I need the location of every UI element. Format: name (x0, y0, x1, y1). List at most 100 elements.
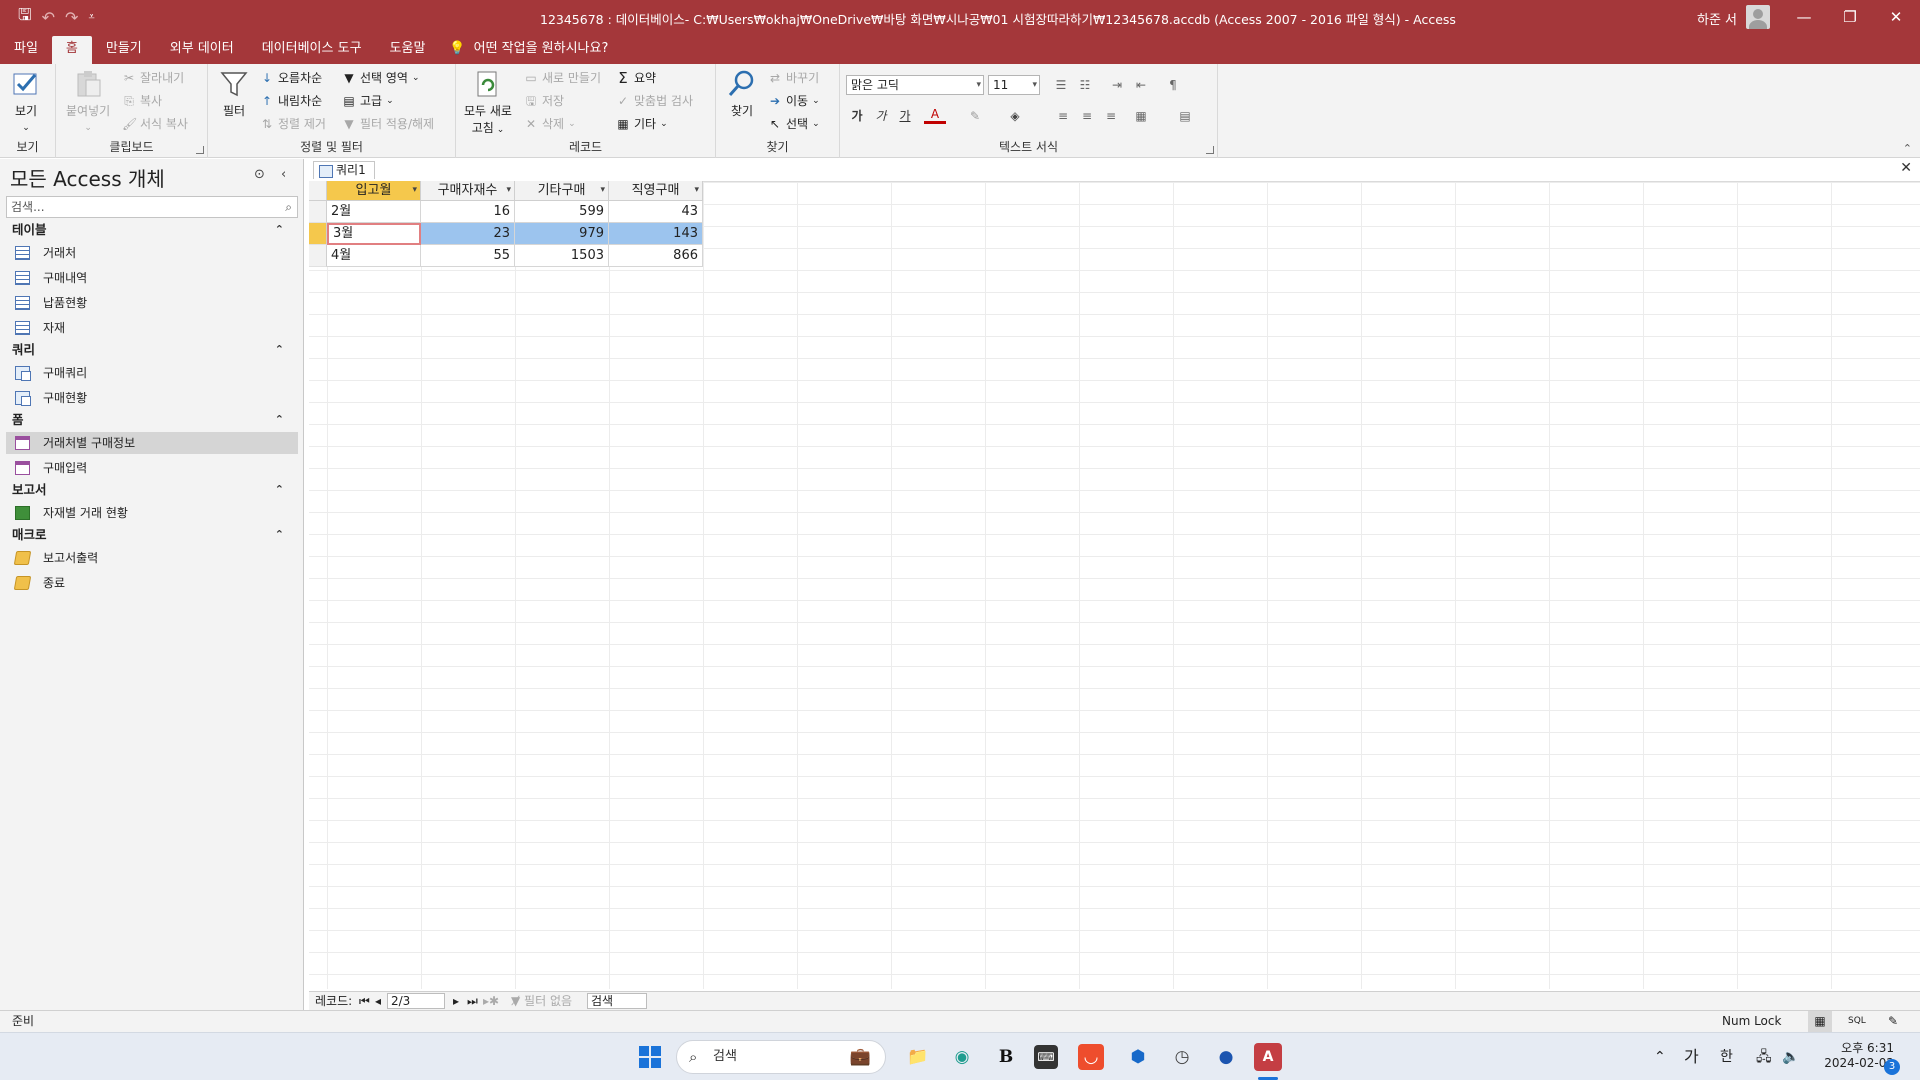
taskbar-search[interactable]: ⌕ 검색 💼 (676, 1040, 886, 1074)
ime-mode[interactable]: 가 (1684, 1033, 1699, 1080)
record-position-input[interactable]: 2/3 (387, 993, 445, 1009)
record-search-input[interactable]: 검색 (587, 993, 647, 1009)
close-button[interactable]: ✕ (1873, 0, 1919, 34)
numbering-icon[interactable]: ☷ (1074, 75, 1096, 95)
close-document-icon[interactable]: ✕ (1900, 160, 1912, 176)
datasheet-grid[interactable] (309, 181, 1920, 989)
nav-title[interactable]: 모든 Access 개체 (10, 163, 165, 192)
new-record-button[interactable]: ▭ 새로 만들기 (524, 69, 601, 86)
find-button[interactable]: 찾기 (726, 68, 758, 119)
nav-collapse-icon[interactable]: ‹ (281, 167, 286, 182)
datasheet-view-icon[interactable]: ▦ (1808, 1011, 1832, 1032)
spelling-button[interactable]: ✓ 맞춤법 검사 (616, 92, 693, 109)
table-cell[interactable]: 23 (421, 223, 515, 245)
nav-section-reports[interactable]: 보고서 ⌃ (0, 479, 298, 501)
more-button[interactable]: ▦ 기타 ⌄ (616, 115, 667, 132)
column-header[interactable]: 입고월 ▾ (327, 181, 421, 201)
cut-button[interactable]: ✂ 잘라내기 (122, 69, 184, 86)
nav-section-forms[interactable]: 폼 ⌃ (0, 409, 298, 431)
filter-button[interactable]: 필터 (218, 68, 250, 119)
nav-item-report[interactable]: 자재별 거래 현황 (6, 502, 298, 524)
dropdown-arrow-icon[interactable]: ▾ (600, 181, 605, 200)
notification-badge[interactable]: 3 (1884, 1059, 1900, 1075)
alternate-row-color-icon[interactable]: ▤ (1174, 106, 1196, 126)
totals-button[interactable]: Σ 요약 (616, 69, 656, 86)
table-cell[interactable]: 16 (421, 201, 515, 223)
chat-app-icon[interactable]: ● (1210, 1041, 1242, 1073)
new-record-icon[interactable]: ▸✱ (483, 992, 499, 1010)
increase-indent-icon[interactable]: ⇥ (1106, 75, 1128, 95)
table-cell[interactable]: 1503 (515, 245, 609, 267)
nav-item-table[interactable]: 자재 (6, 317, 298, 339)
tell-me-box[interactable]: 💡 어떤 작업을 원하시나요? (439, 36, 608, 64)
italic-button[interactable]: 가 (870, 106, 892, 126)
replace-button[interactable]: ⇄ 바꾸기 (768, 69, 819, 86)
nav-item-table[interactable]: 거래처 (6, 242, 298, 264)
row-selector-current[interactable] (309, 223, 327, 245)
volume-icon[interactable]: 🔈 (1782, 1033, 1799, 1080)
nav-section-macros[interactable]: 매크로 ⌃ (0, 524, 298, 546)
save-record-button[interactable]: 🖫 저장 (524, 92, 564, 109)
remove-sort-button[interactable]: ⇅ 정렬 제거 (260, 115, 326, 132)
table-cell[interactable]: 4월 (327, 245, 421, 267)
gridlines-icon[interactable]: ▦ (1130, 106, 1152, 126)
table-cell[interactable]: 979 (515, 223, 609, 245)
shield-app-icon[interactable]: ⬢ (1122, 1041, 1154, 1073)
underline-button[interactable]: 가 (894, 106, 916, 126)
save-icon[interactable]: 🖫 (18, 4, 32, 31)
nav-item-form[interactable]: 구매입력 (6, 457, 298, 479)
clock-app-icon[interactable]: ◷ (1166, 1041, 1198, 1073)
sort-ascending-button[interactable]: ↓ 오름차순 (260, 69, 322, 86)
paragraph-direction-icon[interactable]: ¶ (1162, 75, 1184, 95)
tab-database-tools[interactable]: 데이터베이스 도구 (248, 36, 376, 64)
toggle-filter-button[interactable]: ▼ 필터 적용/해제 (342, 115, 434, 132)
shopping-app-icon[interactable]: ◡ (1078, 1044, 1104, 1070)
file-explorer-icon[interactable]: 📁 (902, 1041, 934, 1073)
table-cell[interactable]: 43 (609, 201, 703, 223)
nav-item-macro[interactable]: 종료 (6, 572, 298, 594)
nav-section-tables[interactable]: 테이블 ⌃ (0, 219, 298, 241)
start-button[interactable] (634, 1041, 666, 1073)
select-all-corner[interactable] (309, 181, 327, 201)
dropdown-arrow-icon[interactable]: ▾ (412, 181, 417, 200)
avatar[interactable] (1746, 5, 1770, 29)
access-app-icon[interactable]: A (1254, 1043, 1282, 1071)
tab-external-data[interactable]: 외부 데이터 (156, 36, 248, 64)
customize-qat-icon[interactable]: ⩡ (88, 10, 94, 24)
sort-descending-button[interactable]: ↑ 내림차순 (260, 92, 322, 109)
clipboard-dialog-launcher[interactable] (196, 146, 204, 154)
selection-button[interactable]: ▼ 선택 영역 ⌄ (342, 69, 419, 86)
next-record-icon[interactable]: ▸ (453, 992, 459, 1010)
nav-item-query[interactable]: 구매현황 (6, 387, 298, 409)
nav-item-table[interactable]: 구매내역 (6, 267, 298, 289)
font-combo[interactable]: 맑은 고딕 ▾ (846, 75, 984, 95)
table-cell[interactable]: 2월 (327, 201, 421, 223)
column-header[interactable]: 기타구매 ▾ (515, 181, 609, 201)
bold-button[interactable]: 가 (846, 106, 868, 126)
nav-menu-icon[interactable]: ⊙ (254, 167, 265, 182)
highlight-icon[interactable]: ✎ (964, 106, 986, 126)
minimize-button[interactable]: — (1781, 0, 1827, 34)
redo-icon[interactable]: ↷ (65, 8, 78, 27)
first-record-icon[interactable]: ⏮ (359, 992, 370, 1010)
format-painter-button[interactable]: 🖌 서식 복사 (122, 115, 188, 132)
goto-button[interactable]: ➔ 이동 ⌄ (768, 92, 820, 109)
b-app-icon[interactable]: B (990, 1041, 1022, 1073)
font-color-icon[interactable]: A (924, 106, 946, 124)
last-record-icon[interactable]: ⏭ (467, 992, 478, 1010)
user-name[interactable]: 하준 서 (1697, 9, 1737, 28)
table-cell[interactable]: 599 (515, 201, 609, 223)
text-format-dialog-launcher[interactable] (1206, 146, 1214, 154)
advanced-button[interactable]: ▤ 고급 ⌄ (342, 92, 393, 109)
view-button[interactable]: 보기 ⌄ (10, 68, 42, 133)
align-left-icon[interactable]: ≡ (1052, 106, 1074, 126)
ime-hangul[interactable]: 한 (1720, 1033, 1733, 1080)
doc-tab-query1[interactable]: 쿼리1 (313, 161, 375, 179)
table-cell[interactable]: 866 (609, 245, 703, 267)
clock[interactable]: 오후 6:31 2024-02-02 (1812, 1041, 1894, 1071)
row-selector[interactable] (309, 245, 327, 267)
tab-file[interactable]: 파일 (0, 36, 52, 64)
background-color-icon[interactable]: ◈ (1004, 106, 1026, 126)
tab-help[interactable]: 도움말 (376, 36, 440, 64)
restore-button[interactable]: ❐ (1827, 0, 1873, 34)
